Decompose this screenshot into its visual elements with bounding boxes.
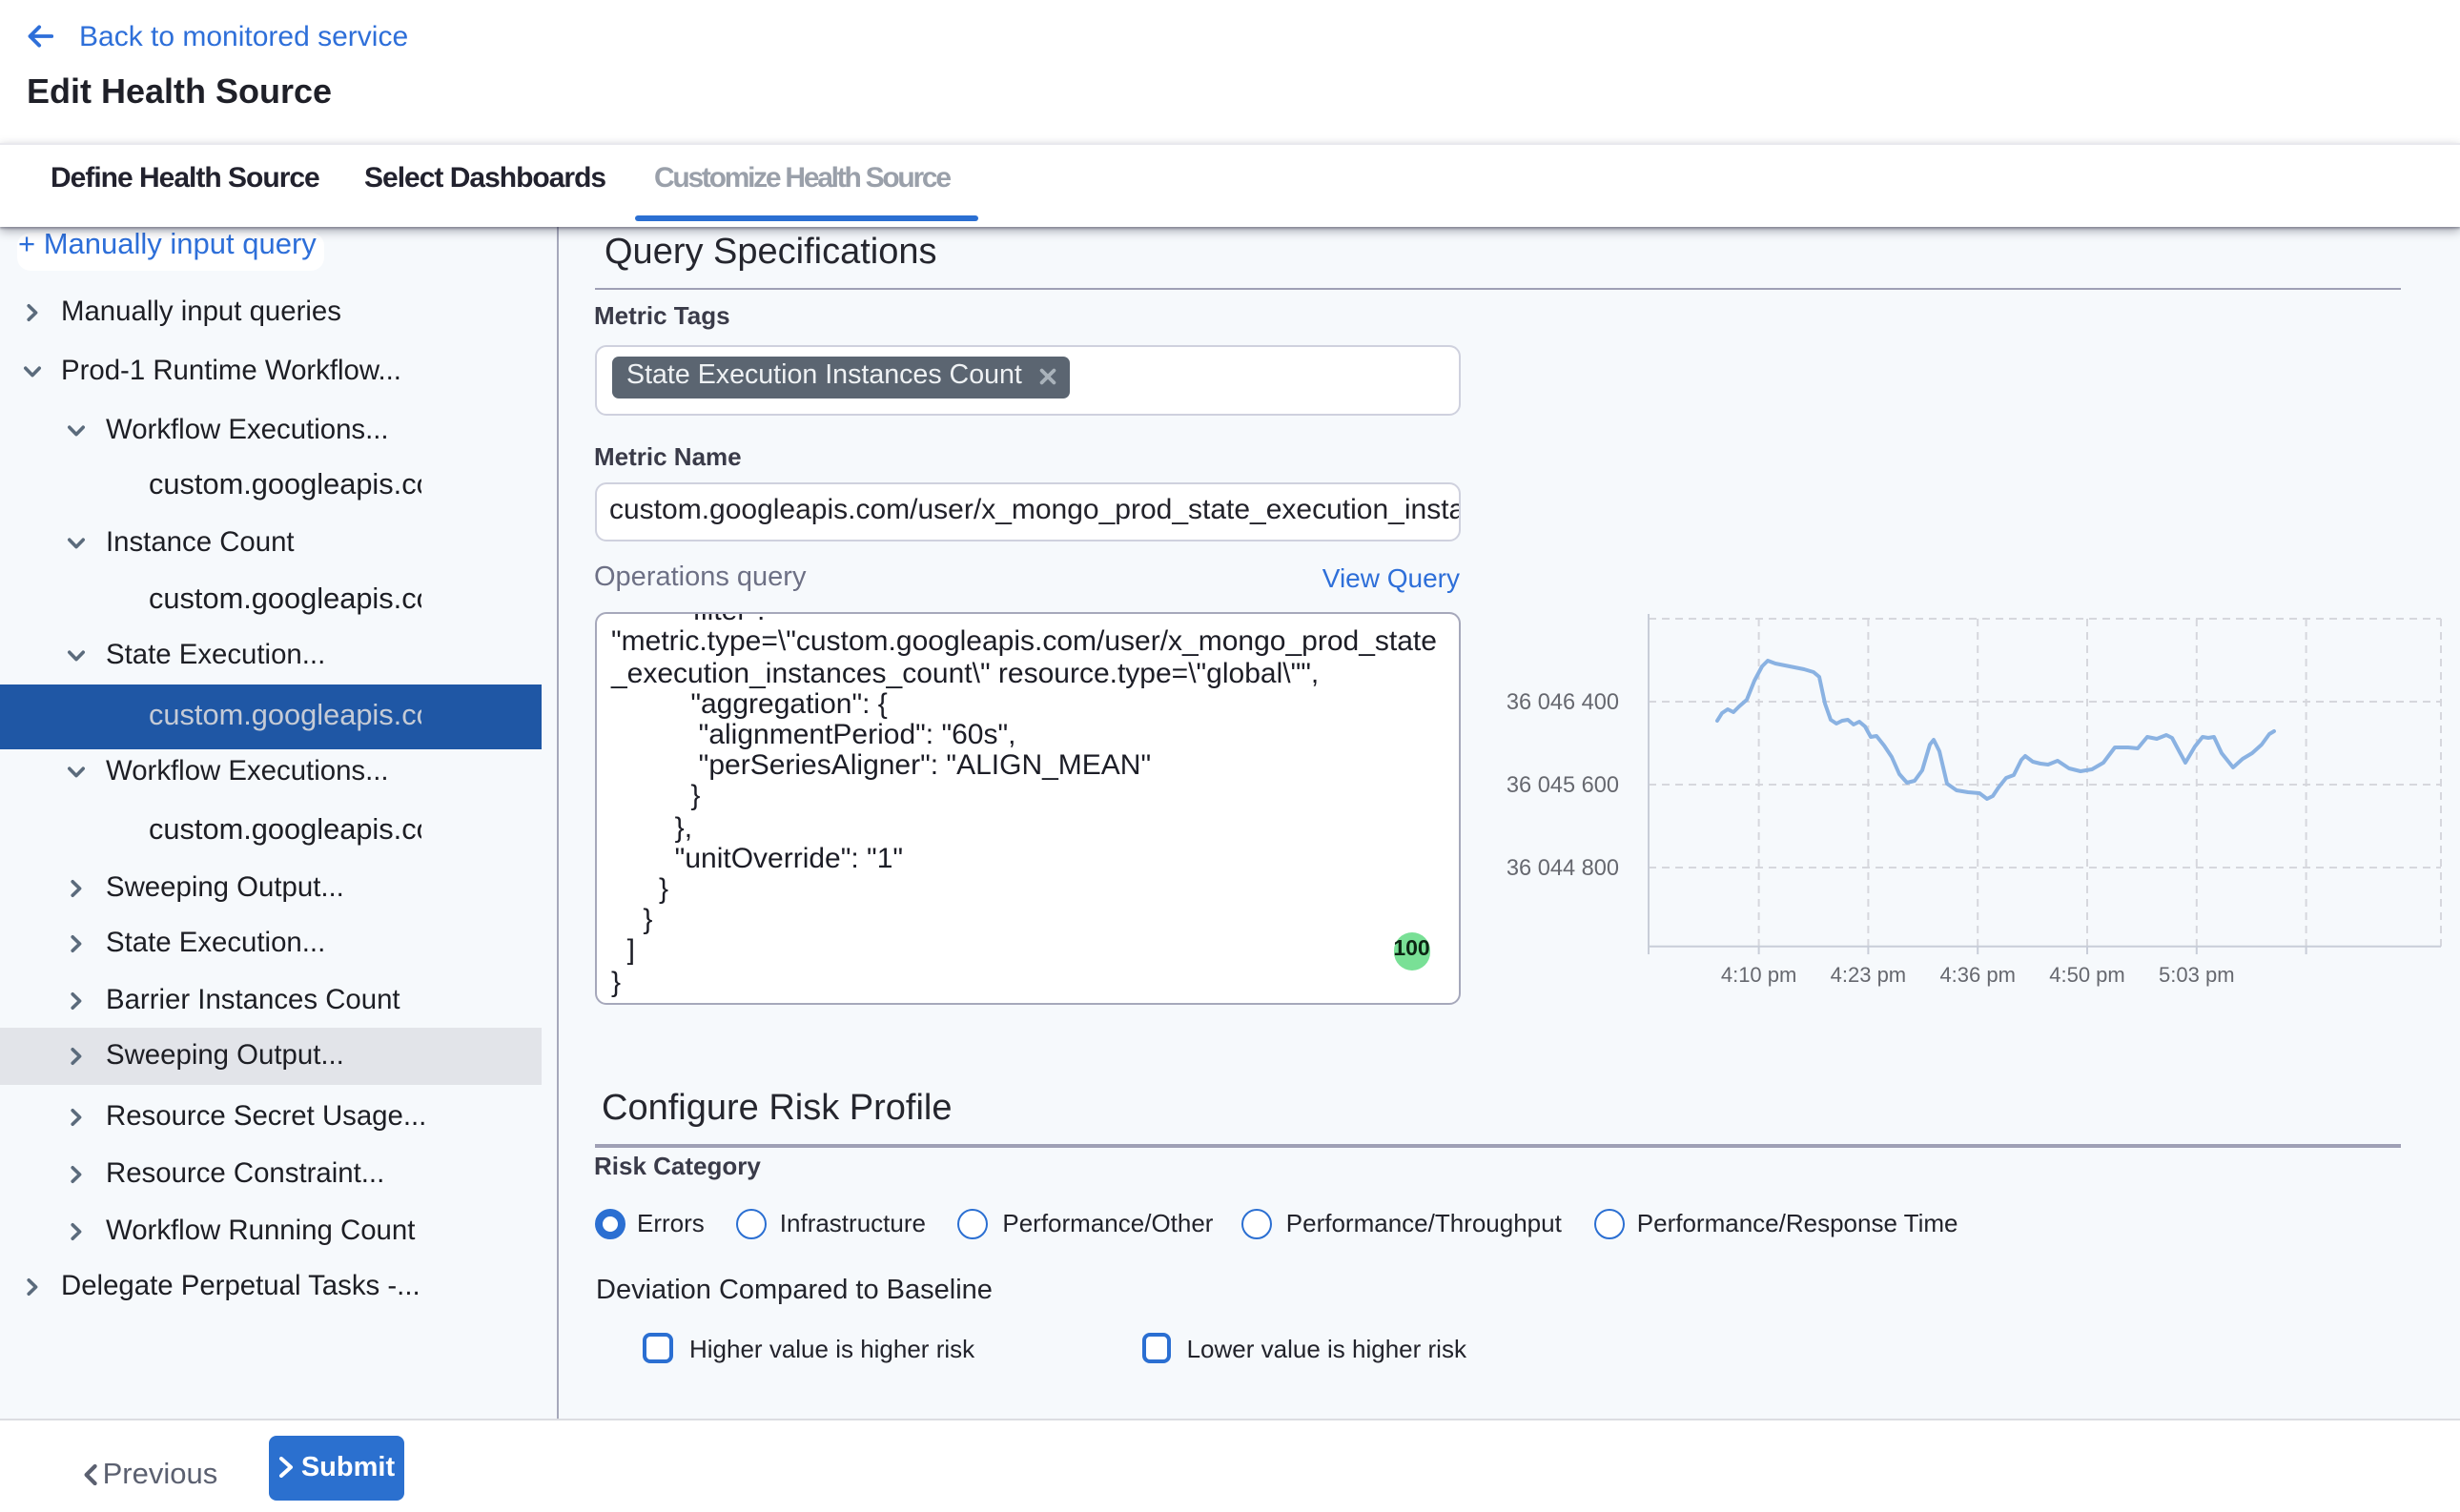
- svg-text:36 046 400: 36 046 400: [1507, 690, 1619, 715]
- svg-text:4:36 pm: 4:36 pm: [1939, 963, 2016, 987]
- svg-text:4:50 pm: 4:50 pm: [2049, 963, 2125, 987]
- svg-text:36 045 600: 36 045 600: [1507, 773, 1619, 798]
- svg-text:4:10 pm: 4:10 pm: [1721, 963, 1797, 987]
- svg-text:4:23 pm: 4:23 pm: [1831, 963, 1907, 987]
- svg-text:36 044 800: 36 044 800: [1507, 856, 1619, 881]
- svg-text:5:03 pm: 5:03 pm: [2159, 963, 2235, 987]
